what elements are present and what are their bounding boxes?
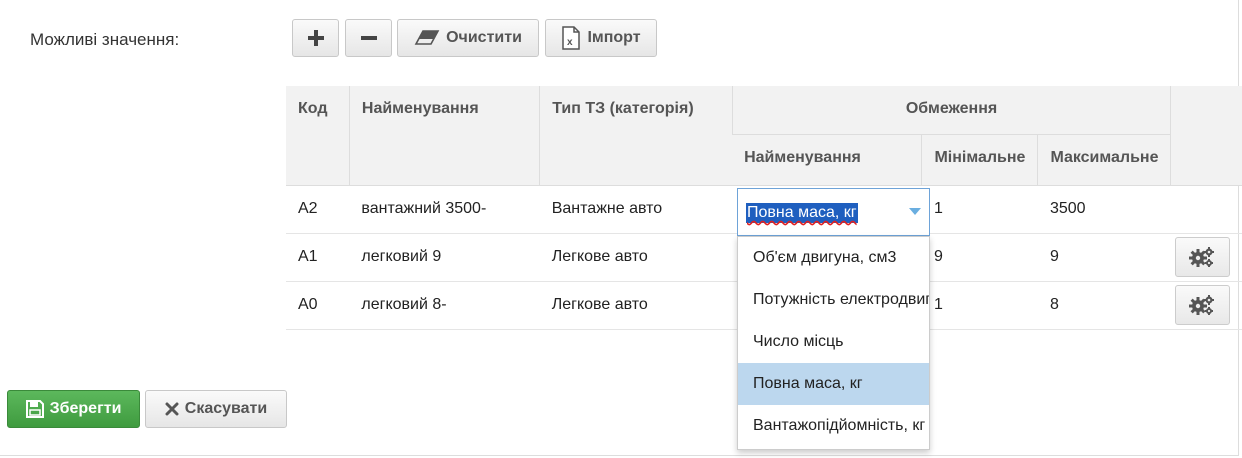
header-vehicle-type[interactable]: Тип ТЗ (категорія): [539, 86, 733, 186]
cell-limit-min[interactable]: 9: [921, 233, 1038, 282]
minus-icon: [360, 29, 378, 47]
gears-icon: [1188, 246, 1216, 268]
cancel-button[interactable]: Скасувати: [145, 390, 287, 428]
cell-limit-min[interactable]: 1: [921, 281, 1038, 330]
save-button[interactable]: Зберегти: [7, 390, 140, 428]
cell-limit-min[interactable]: 1: [921, 185, 1038, 234]
gears-icon: [1188, 294, 1216, 316]
cell-limit-max[interactable]: 8: [1037, 281, 1171, 330]
chevron-down-icon[interactable]: [909, 208, 921, 215]
floppy-disk-icon: [25, 400, 44, 418]
add-row-button[interactable]: [292, 19, 339, 57]
close-icon: [165, 402, 179, 416]
possible-values-label: Можливі значення:: [30, 30, 180, 49]
cell-vehicle-type[interactable]: Легкове авто: [539, 281, 733, 330]
header-limits-group: Обмеження: [731, 86, 1171, 135]
import-button[interactable]: x Імпорт: [545, 19, 657, 57]
cell-actions: [1170, 185, 1242, 234]
header-actions: [1170, 86, 1242, 186]
cell-name[interactable]: легковий 8-: [349, 281, 540, 330]
cell-limit-max[interactable]: 9: [1037, 233, 1171, 282]
dropdown-option[interactable]: Об'єм двигуна, см3: [738, 237, 929, 279]
header-limit-max[interactable]: Максимальне: [1037, 134, 1171, 186]
save-button-label: Зберегти: [49, 400, 122, 417]
cell-vehicle-type[interactable]: Вантажне авто: [539, 185, 733, 234]
cell-actions: [1170, 233, 1242, 282]
limit-name-select-value: Повна маса, кг: [746, 203, 858, 223]
cell-code[interactable]: A0: [286, 281, 350, 330]
limit-name-select[interactable]: Повна маса, кг: [737, 188, 930, 236]
plus-icon: [307, 29, 325, 47]
cell-limit-max[interactable]: 3500: [1037, 185, 1171, 234]
row-settings-button[interactable]: [1174, 285, 1230, 325]
import-button-label: Імпорт: [587, 29, 641, 46]
cancel-button-label: Скасувати: [184, 400, 268, 417]
header-code[interactable]: Код: [286, 86, 350, 186]
eraser-icon: [414, 30, 440, 46]
cell-code[interactable]: A1: [286, 233, 350, 282]
dropdown-option-selected[interactable]: Повна маса, кг: [738, 363, 929, 405]
header-limit-name[interactable]: Найменування: [732, 134, 922, 186]
cell-name[interactable]: легковий 9: [349, 233, 540, 282]
remove-row-button[interactable]: [345, 19, 392, 57]
row-settings-button[interactable]: [1174, 237, 1230, 277]
cell-actions: [1170, 281, 1242, 330]
dropdown-option[interactable]: Потужність електродвигуна: [738, 279, 929, 321]
excel-file-icon: x: [561, 26, 581, 50]
limit-name-dropdown: Об'єм двигуна, см3 Потужність електродви…: [737, 236, 930, 450]
cell-name[interactable]: вантажний 3500-: [349, 185, 540, 234]
cell-vehicle-type[interactable]: Легкове авто: [539, 233, 733, 282]
dropdown-option[interactable]: Число місць: [738, 321, 929, 363]
svg-text:x: x: [567, 37, 573, 48]
cell-code[interactable]: A2: [286, 185, 350, 234]
dropdown-option[interactable]: Вантажопідйомність, кг: [738, 405, 929, 447]
header-name[interactable]: Найменування: [348, 86, 540, 186]
clear-button[interactable]: Очистити: [397, 19, 539, 57]
header-limit-min[interactable]: Мінімальне: [921, 134, 1038, 186]
clear-button-label: Очистити: [446, 29, 522, 46]
